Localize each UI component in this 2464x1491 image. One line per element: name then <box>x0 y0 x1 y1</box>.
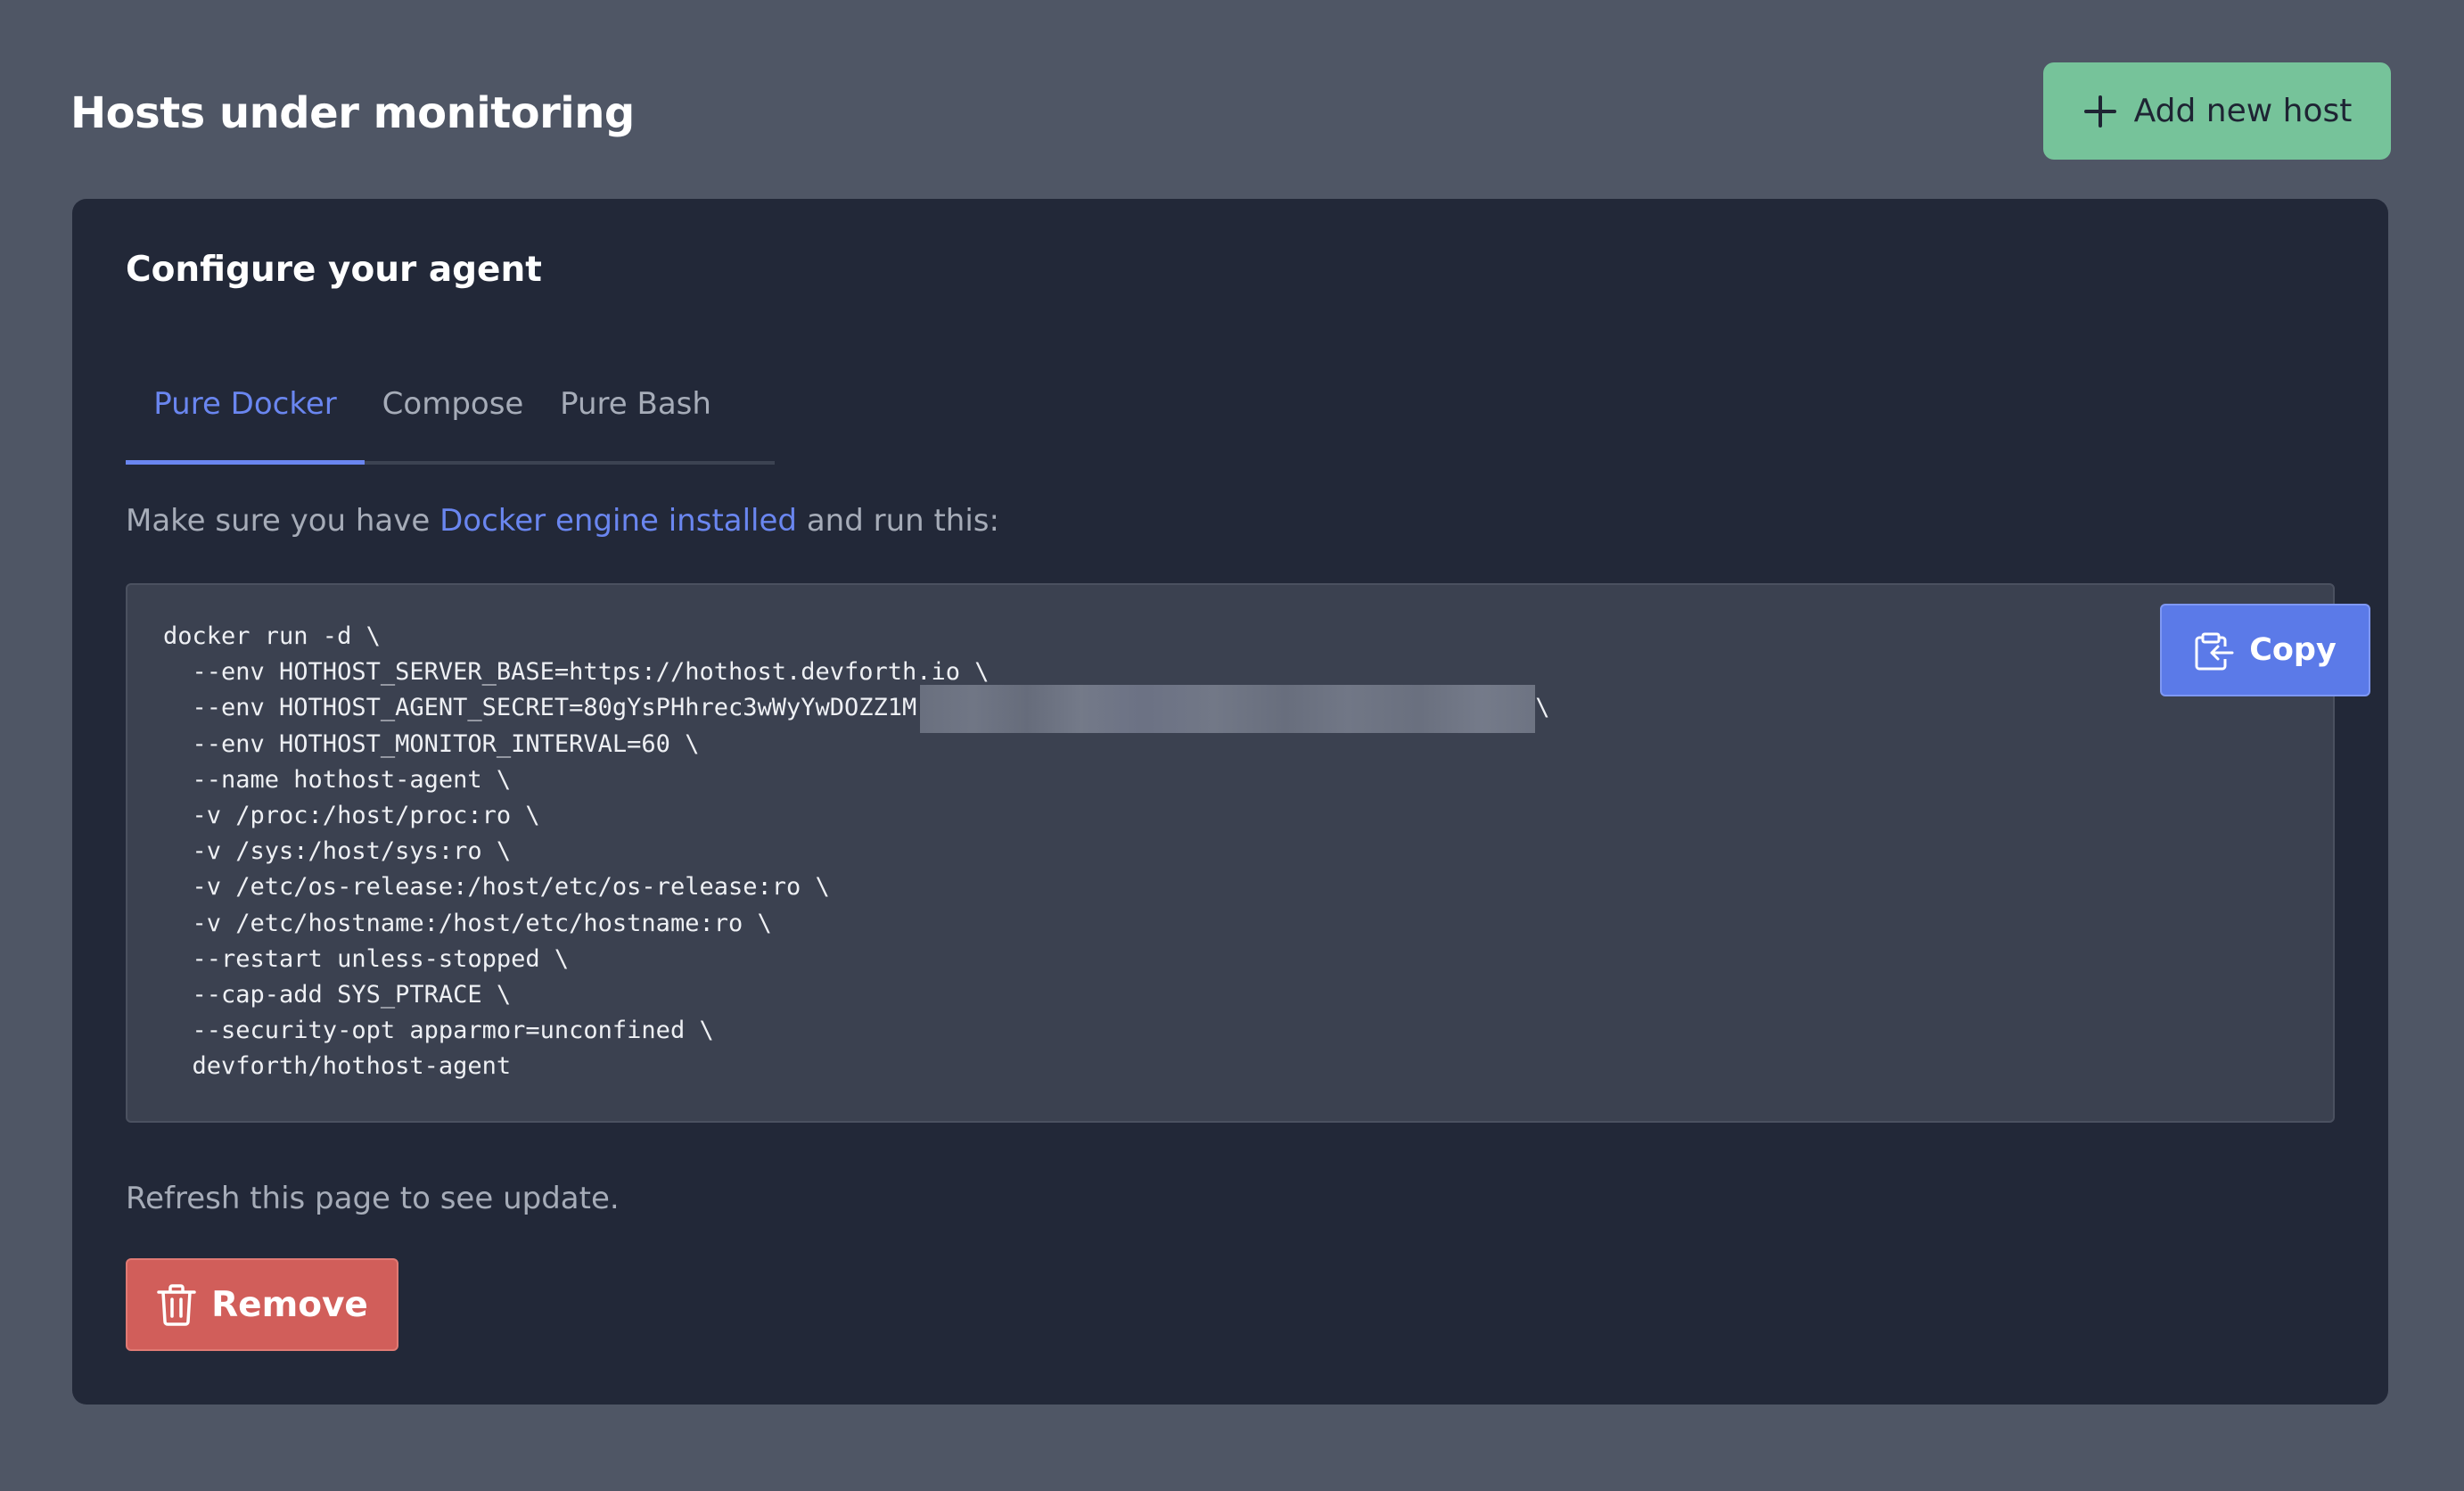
tab-pure-bash[interactable]: Pure Bash <box>541 352 730 465</box>
add-new-host-button[interactable]: Add new host <box>2043 62 2391 160</box>
add-new-host-label: Add new host <box>2133 93 2353 129</box>
code-line: -v /sys:/host/sys:ro \ <box>163 837 512 866</box>
clipboard-copy-icon <box>2195 632 2234 671</box>
docker-install-link[interactable]: Docker engine installed <box>439 503 797 539</box>
trash-icon <box>157 1284 196 1326</box>
code-block: docker run -d \ --env HOTHOST_SERVER_BAS… <box>126 583 2370 1123</box>
plus-icon <box>2083 95 2116 128</box>
refresh-hint: Refresh this page to see update. <box>126 1181 620 1216</box>
redacted-secret <box>920 684 1536 733</box>
card-title: Configure your agent <box>126 250 542 290</box>
page-title: Hosts under monitoring <box>70 88 635 138</box>
configure-agent-card: Configure your agent Pure Docker Compose… <box>72 199 2388 1405</box>
tab-pure-docker[interactable]: Pure Docker <box>126 352 365 465</box>
code-line: -v /etc/hostname:/host/etc/hostname:ro \ <box>163 909 772 937</box>
code-line: --cap-add SYS_PTRACE \ <box>163 981 512 1009</box>
code-line: -v /proc:/host/proc:ro \ <box>163 802 540 830</box>
code-line: -v /etc/os-release:/host/etc/os-release:… <box>163 873 830 902</box>
code-line: devforth/hothost-agent <box>163 1052 512 1081</box>
remove-label: Remove <box>211 1284 368 1325</box>
code-line-continuation: \ <box>1535 694 1550 722</box>
code-line: --name hothost-agent \ <box>163 765 512 794</box>
code-line: --env HOTHOST_MONITOR_INTERVAL=60 \ <box>163 729 700 758</box>
copy-button[interactable]: Copy <box>2160 604 2370 696</box>
tab-bar: Pure Docker Compose Pure Bash <box>126 352 775 465</box>
instructions-text: Make sure you have Docker engine install… <box>126 498 999 543</box>
code-line: --env HOTHOST_AGENT_SECRET=80gYsPHhrec3w… <box>163 694 917 722</box>
instructions-suffix: and run this: <box>797 503 999 539</box>
docker-command: docker run -d \ --env HOTHOST_SERVER_BAS… <box>163 619 1550 1085</box>
code-line: --env HOTHOST_SERVER_BASE=https://hothos… <box>163 658 990 687</box>
code-line: --security-opt apparmor=unconfined \ <box>163 1017 714 1045</box>
code-line: docker run -d \ <box>163 622 381 650</box>
tab-compose[interactable]: Compose <box>365 352 541 465</box>
code-line: --restart unless-stopped \ <box>163 944 570 973</box>
instructions-prefix: Make sure you have <box>126 503 440 539</box>
copy-label: Copy <box>2249 632 2337 668</box>
remove-button[interactable]: Remove <box>126 1258 398 1351</box>
